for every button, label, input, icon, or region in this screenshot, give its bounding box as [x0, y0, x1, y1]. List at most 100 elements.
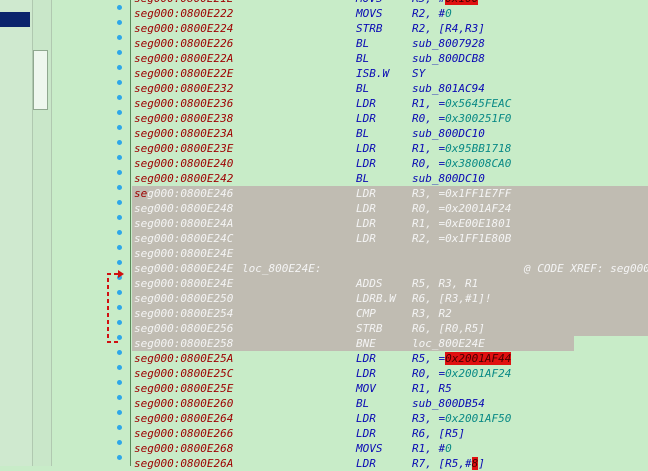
listing-row[interactable]: seg000:0800E26A LDR R7, [R5,#8]	[132, 456, 648, 471]
flow-dot	[117, 440, 122, 445]
mnemonic: LDR	[356, 412, 376, 425]
operands[interactable]: R2, [R4,R3]	[412, 21, 485, 36]
flow-dot	[117, 425, 122, 430]
listing-row[interactable]: seg000:0800E22E ISB.W SY	[132, 66, 648, 81]
operands[interactable]: R5, R3, R1	[412, 276, 478, 291]
operands[interactable]: R1, =0x95BB1718	[412, 141, 511, 156]
operands[interactable]: R0, =0x300251F0	[412, 111, 511, 126]
listing-row[interactable]: seg000:0800E258 BNE loc_800E24E	[132, 336, 574, 351]
navigation-band-marker[interactable]	[0, 12, 30, 27]
mnemonic: BNE	[356, 337, 376, 350]
operands[interactable]: R2, #0	[412, 6, 452, 21]
operands[interactable]: R2, =0x1FF1E80B	[412, 231, 511, 246]
mnemonic: BL	[356, 172, 370, 185]
disassembly-listing[interactable]: seg000:0800E21EMOVSR3, #0x100seg000:0800…	[132, 0, 648, 471]
operand-part: R1, #	[412, 442, 446, 455]
listing-row[interactable]: seg000:0800E264 LDR R3, =0x2001AF50	[132, 411, 648, 426]
operands[interactable]: sub_800DCB8	[412, 51, 485, 66]
address-label: seg000:0800E242	[134, 172, 234, 185]
scrollbar-thumb[interactable]	[33, 50, 48, 110]
operands[interactable]: R6, [R3,#1]!	[412, 291, 491, 306]
operands[interactable]: R3, =0x1FF1E7FF	[412, 186, 511, 201]
listing-row[interactable]: seg000:0800E22A BL sub_800DCB8	[132, 51, 648, 66]
operands[interactable]: R1, #0	[412, 441, 452, 456]
listing-row[interactable]: seg000:0800E23A BL sub_800DC10	[132, 126, 648, 141]
listing-row[interactable]: seg000:0800E268 MOVS R1, #0	[132, 441, 648, 456]
mnemonic: LDR	[356, 202, 376, 215]
listing-row[interactable]: seg000:0800E246 LDR R3, =0x1FF1E7FF	[132, 186, 648, 201]
address-label: seg000:0800E258	[134, 337, 234, 350]
listing-row[interactable]: seg000:0800E236 LDR R1, =0x5645FEAC	[132, 96, 648, 111]
listing-row[interactable]: seg000:0800E240 LDR R0, =0x38008CA0	[132, 156, 648, 171]
operand-part: sub_800DC10	[412, 127, 485, 140]
listing-row[interactable]: seg000:0800E25E MOV R1, R5	[132, 381, 648, 396]
mnemonic: LDR	[356, 427, 376, 440]
mnemonic: MOVS	[356, 442, 383, 455]
flow-dot	[117, 65, 122, 70]
operands[interactable]: R6, [R5]	[412, 426, 465, 441]
listing-row[interactable]: seg000:0800E226 BL sub_8007928	[132, 36, 648, 51]
operands[interactable]: R3, R2	[412, 306, 452, 321]
mnemonic: MOVS	[356, 7, 383, 20]
operands[interactable]: sub_801AC94	[412, 81, 485, 96]
listing-row[interactable]: seg000:0800E24E ADDS R5, R3, R1	[132, 276, 648, 291]
listing-row[interactable]: seg000:0800E250 LDRB.W R6, [R3,#1]!	[132, 291, 648, 306]
operands[interactable]: R0, =0x2001AF24	[412, 366, 511, 381]
listing-row[interactable]: seg000:0800E24E	[132, 246, 648, 261]
operands[interactable]: R6, [R0,R5]	[412, 321, 485, 336]
listing-row[interactable]: seg000:0800E24A LDR R1, =0xE00E1801	[132, 216, 648, 231]
operands[interactable]: R1, =0xE00E1801	[412, 216, 511, 231]
address-label: seg000:0800E254	[134, 307, 234, 320]
operands[interactable]: R7, [R5,#8]	[412, 456, 485, 471]
mnemonic: BL	[356, 397, 370, 410]
listing-row[interactable]: seg000:0800E232 BL sub_801AC94	[132, 81, 648, 96]
operand-part: R1, =	[412, 142, 446, 155]
operands[interactable]: R0, =0x38008CA0	[412, 156, 511, 171]
listing-row[interactable]: seg000:0800E254 CMP R3, R2	[132, 306, 648, 321]
address-label: seg000:0800E256	[134, 322, 234, 335]
address-label: seg000:0800E266	[134, 427, 234, 440]
listing-row[interactable]: seg000:0800E238 LDR R0, =0x300251F0	[132, 111, 648, 126]
operands[interactable]: loc_800E24E	[412, 336, 485, 351]
operands[interactable]: R5, =0x2001AF44	[412, 351, 512, 366]
address-label: seg000:0800E23A	[134, 127, 234, 140]
listing-row[interactable]: seg000:0800E24E loc_800E24E: @ CODE XREF: …	[132, 261, 648, 276]
listing-row[interactable]: seg000:0800E266 LDR R6, [R5]	[132, 426, 648, 441]
operand-part: R6, [R0,R5]	[412, 322, 485, 335]
mnemonic: CMP	[356, 307, 376, 320]
flow-dot	[117, 95, 122, 100]
listing-row[interactable]: seg000:0800E23E LDR R1, =0x95BB1718	[132, 141, 648, 156]
flow-dot	[117, 200, 122, 205]
address-label: seg000:0800E26A	[134, 457, 234, 470]
operands[interactable]: sub_8007928	[412, 36, 485, 51]
listing-row[interactable]: seg000:0800E222 MOVS R2, #0	[132, 6, 648, 21]
operands[interactable]: sub_800DC10	[412, 171, 485, 186]
operands[interactable]: SY	[412, 66, 425, 81]
address-label: seg000:0800E224	[134, 22, 234, 35]
operands[interactable]: R1, =0x5645FEAC	[412, 96, 511, 111]
address-label: seg000:0800E222	[134, 7, 234, 20]
listing-row[interactable]: seg000:0800E260 BL sub_800DB54	[132, 396, 648, 411]
flow-dot	[117, 155, 122, 160]
operands[interactable]: R3, =0x2001AF50	[412, 411, 511, 426]
listing-row[interactable]: seg000:0800E242 BL sub_800DC10	[132, 171, 648, 186]
operand-part: sub_801AC94	[412, 82, 485, 95]
mnemonic: BL	[356, 52, 370, 65]
flow-dot	[117, 215, 122, 220]
highlighted-operand: 0x100	[445, 0, 479, 5]
operand-part: R2, [R4,R3]	[412, 22, 485, 35]
flow-dot	[117, 365, 122, 370]
operands[interactable]: sub_800DB54	[412, 396, 485, 411]
listing-row[interactable]: seg000:0800E25A LDR R5, =0x2001AF44	[132, 351, 648, 366]
operands[interactable]: R1, R5	[412, 381, 452, 396]
flow-dot	[117, 140, 122, 145]
address-label: seg000:0800E246	[134, 187, 234, 200]
listing-row[interactable]: seg000:0800E256 STRB R6, [R0,R5]	[132, 321, 648, 336]
listing-row[interactable]: seg000:0800E25C LDR R0, =0x2001AF24	[132, 366, 648, 381]
listing-row[interactable]: seg000:0800E24C LDR R2, =0x1FF1E80B	[132, 231, 648, 246]
operands[interactable]: sub_800DC10	[412, 126, 485, 141]
code-label[interactable]: loc_800E24E:	[242, 261, 321, 276]
listing-row[interactable]: seg000:0800E248 LDR R0, =0x2001AF24	[132, 201, 648, 216]
listing-row[interactable]: seg000:0800E224 STRB R2, [R4,R3]	[132, 21, 648, 36]
operands[interactable]: R0, =0x2001AF24	[412, 201, 511, 216]
